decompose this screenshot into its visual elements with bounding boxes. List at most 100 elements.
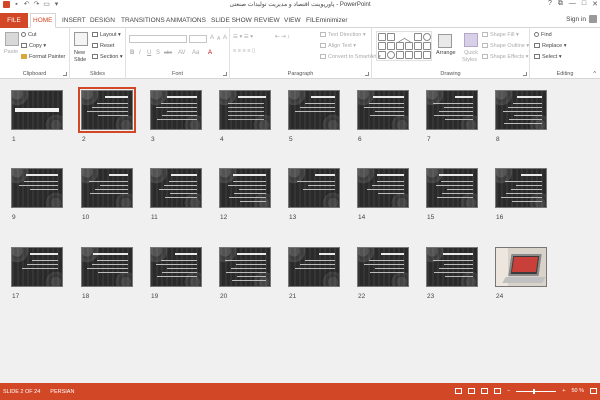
brace-shape-icon[interactable] bbox=[423, 42, 431, 50]
font-color-button[interactable]: A bbox=[208, 50, 212, 56]
font-launcher-icon[interactable] bbox=[223, 72, 227, 76]
section-button[interactable]: Section ▾ bbox=[92, 54, 123, 60]
shapes-gallery[interactable] bbox=[376, 31, 432, 61]
rectangle-shape-icon[interactable] bbox=[414, 33, 422, 41]
quick-styles-icon[interactable] bbox=[464, 33, 478, 47]
slide-thumbnail[interactable] bbox=[219, 168, 271, 208]
slide-thumbnail[interactable] bbox=[150, 168, 202, 208]
copy-button[interactable]: Copy ▾ bbox=[21, 43, 46, 49]
tab-transitions[interactable]: TRANSITIONS bbox=[119, 13, 167, 28]
tab-insert[interactable]: INSERT bbox=[60, 13, 88, 28]
normal-view-icon[interactable] bbox=[455, 388, 463, 394]
cut-button[interactable]: Cut bbox=[21, 32, 37, 38]
slide-thumbnail[interactable] bbox=[11, 247, 63, 287]
star-shape-icon[interactable] bbox=[414, 42, 422, 50]
rectangle-shape-icon[interactable] bbox=[378, 33, 386, 41]
arrange-icon[interactable] bbox=[438, 34, 452, 48]
slide-sorter-view[interactable]: 1 2 3 4 5 6 7 8 9 10 11 12 13 14 15 16 17 18 19 20 21 22 23 24 bbox=[0, 79, 600, 383]
shape-fill-button[interactable]: Shape Fill ▾ bbox=[482, 32, 519, 38]
sign-in-link[interactable]: Sign in bbox=[566, 16, 586, 23]
tab-file[interactable]: FILE bbox=[0, 13, 28, 28]
find-button[interactable]: Find bbox=[534, 32, 552, 38]
italic-button[interactable]: I bbox=[139, 50, 141, 56]
strikethrough-button[interactable]: abc bbox=[164, 50, 172, 56]
grow-font-button[interactable]: A bbox=[210, 35, 214, 41]
minimize-button[interactable]: — bbox=[569, 0, 576, 8]
slide-thumbnail[interactable] bbox=[357, 168, 409, 208]
underline-button[interactable]: U bbox=[147, 50, 151, 56]
tab-slide-show[interactable]: SLIDE SHOW bbox=[209, 13, 254, 28]
drawing-launcher-icon[interactable] bbox=[523, 72, 527, 76]
slide-thumbnail[interactable] bbox=[426, 168, 478, 208]
account-icon[interactable] bbox=[589, 15, 597, 23]
tab-review[interactable]: REVIEW bbox=[252, 13, 282, 28]
arrow-shape-icon[interactable] bbox=[396, 42, 404, 50]
shape-effects-button[interactable]: Shape Effects ▾ bbox=[482, 54, 528, 60]
tab-home[interactable]: HOME bbox=[30, 13, 56, 28]
font-size-dropdown[interactable] bbox=[189, 35, 207, 43]
collapse-ribbon-icon[interactable]: ^ bbox=[593, 71, 596, 77]
slide-thumbnail[interactable] bbox=[81, 168, 133, 208]
layout-button[interactable]: Layout ▾ bbox=[92, 32, 121, 38]
slide-sorter-view-icon[interactable] bbox=[468, 388, 476, 394]
rectangle-shape-icon[interactable] bbox=[405, 51, 413, 59]
gallery-more-icon[interactable] bbox=[423, 51, 431, 59]
arrow-shape-icon[interactable] bbox=[405, 42, 413, 50]
slide-thumbnail[interactable] bbox=[11, 90, 63, 130]
tab-design[interactable]: DESIGN bbox=[88, 13, 117, 28]
rectangle-shape-icon[interactable] bbox=[378, 51, 386, 59]
zoom-out-button[interactable]: − bbox=[507, 388, 510, 394]
shrink-font-button[interactable]: A bbox=[217, 36, 220, 42]
clear-formatting-button[interactable]: A bbox=[223, 35, 227, 41]
slide-thumbnail[interactable] bbox=[288, 168, 340, 208]
slide-thumbnail[interactable] bbox=[357, 90, 409, 130]
slide-thumbnail[interactable] bbox=[495, 247, 547, 287]
paragraph-launcher-icon[interactable] bbox=[365, 72, 369, 76]
arrange-button[interactable]: Arrange bbox=[436, 50, 456, 56]
quick-styles-button-line1[interactable]: Quick bbox=[464, 50, 478, 56]
oval-shape-icon[interactable] bbox=[423, 33, 431, 41]
slide-thumbnail[interactable] bbox=[495, 90, 547, 130]
slide-thumbnail[interactable] bbox=[150, 90, 202, 130]
reading-view-icon[interactable] bbox=[481, 388, 489, 394]
rectangle-shape-icon[interactable] bbox=[387, 33, 395, 41]
maximize-button[interactable]: □ bbox=[582, 0, 586, 8]
slide-show-view-icon[interactable] bbox=[494, 388, 502, 394]
zoom-in-button[interactable]: + bbox=[562, 388, 565, 394]
text-direction-button[interactable]: Text Direction ▾ bbox=[320, 32, 366, 38]
slide-thumbnail[interactable] bbox=[357, 247, 409, 287]
shape-outline-button[interactable]: Shape Outline ▾ bbox=[482, 43, 529, 49]
slide-thumbnail[interactable] bbox=[81, 247, 133, 287]
rectangle-shape-icon[interactable] bbox=[396, 51, 404, 59]
slide-thumbnail[interactable] bbox=[78, 87, 136, 133]
clipboard-launcher-icon[interactable] bbox=[63, 72, 67, 76]
slide-thumbnail[interactable] bbox=[150, 247, 202, 287]
line-shape-icon[interactable] bbox=[403, 31, 415, 43]
new-slide-button-line1[interactable]: New bbox=[74, 50, 85, 56]
zoom-slider-thumb[interactable] bbox=[533, 388, 536, 394]
quick-styles-button-line2[interactable]: Styles bbox=[462, 57, 477, 63]
shadow-button[interactable]: S bbox=[156, 50, 160, 56]
select-button[interactable]: Select ▾ bbox=[534, 54, 562, 60]
rectangle-shape-icon[interactable] bbox=[387, 42, 395, 50]
ribbon-display-options-icon[interactable]: ⧉ bbox=[558, 0, 563, 8]
change-case-button[interactable]: Aa bbox=[192, 50, 199, 56]
tab-view[interactable]: VIEW bbox=[282, 13, 303, 28]
slide-thumbnail[interactable] bbox=[219, 247, 271, 287]
slide-thumbnail[interactable] bbox=[11, 168, 63, 208]
slide-thumbnail[interactable] bbox=[495, 168, 547, 208]
new-slide-icon[interactable] bbox=[74, 32, 88, 46]
slide-thumbnail[interactable] bbox=[426, 90, 478, 130]
zoom-slider[interactable] bbox=[516, 388, 557, 394]
tab-fileminimizer[interactable]: FILEminimizer bbox=[304, 13, 350, 28]
bold-button[interactable]: B bbox=[130, 50, 134, 56]
fit-slide-icon[interactable] bbox=[590, 388, 597, 394]
zoom-level[interactable]: 50 % bbox=[571, 388, 584, 394]
oval-shape-icon[interactable] bbox=[387, 51, 395, 59]
reset-button[interactable]: Reset bbox=[92, 43, 114, 49]
indent-buttons[interactable]: ⇤ ⇥ ↕ bbox=[275, 34, 290, 40]
character-spacing-button[interactable]: AV bbox=[178, 50, 186, 56]
bullets-button[interactable]: ☰ ▾ ☰ ▾ bbox=[233, 34, 253, 40]
font-name-dropdown[interactable] bbox=[129, 35, 187, 43]
close-button[interactable]: ✕ bbox=[592, 0, 598, 8]
